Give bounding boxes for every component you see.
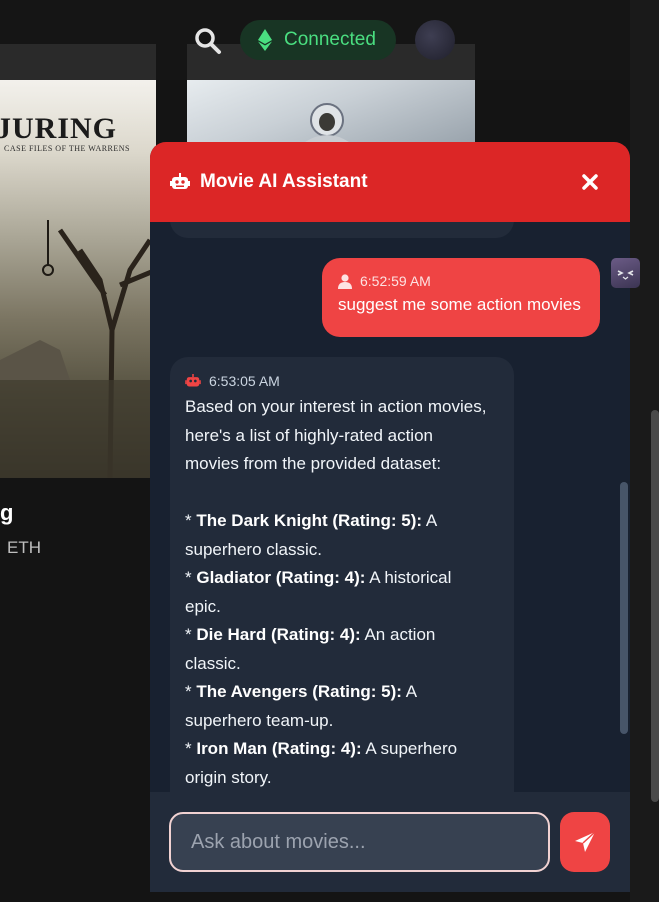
bullet: * <box>185 739 197 758</box>
wallet-status-button[interactable]: Connected <box>240 20 396 60</box>
list-item-continuation: epic. <box>185 596 221 616</box>
message-text: Based on your interest in action movies,… <box>185 393 498 792</box>
ethereum-icon <box>258 29 272 51</box>
list-item: * Die Hard (Rating: 4): An action <box>185 621 498 650</box>
movie-desc: A <box>401 682 418 701</box>
send-button[interactable] <box>560 812 610 872</box>
movie-poster[interactable] <box>187 80 475 142</box>
message-timestamp: 6:53:05 AM <box>209 373 280 389</box>
list-item: * Iron Man (Rating: 4): A superhero <box>185 735 498 764</box>
message-text: suggest me some action movies <box>338 295 581 314</box>
chat-scrollbar-thumb[interactable] <box>620 482 628 734</box>
movie-desc: A <box>422 511 438 530</box>
movie-name: Die Hard (Rating: 4): <box>196 625 361 644</box>
close-icon <box>582 174 598 190</box>
wallet-status-label: Connected <box>284 29 376 50</box>
list-item: * The Avengers (Rating: 5): A <box>185 678 498 707</box>
message-line: movies from the provided dataset: <box>185 454 442 473</box>
cat-face-icon <box>617 270 634 280</box>
list-item-continuation: origin story. <box>185 767 272 787</box>
movie-desc: A historical <box>365 568 452 587</box>
page-scrollbar-thumb[interactable] <box>651 410 659 802</box>
movie-poster[interactable]: JURING CASE FILES OF THE WARRENS <box>0 80 156 478</box>
movie-name: Gladiator (Rating: 4): <box>196 568 366 587</box>
user-avatar[interactable] <box>415 20 455 60</box>
message-line: Based on your interest in action movies, <box>185 397 487 416</box>
movie-name: Iron Man (Rating: 4): <box>196 739 362 758</box>
search-button[interactable] <box>194 27 222 55</box>
movie-card-header <box>0 44 156 84</box>
bullet: * <box>185 511 197 530</box>
search-icon <box>195 28 221 54</box>
poster-astronaut-art <box>305 103 349 142</box>
bullet: * <box>185 625 197 644</box>
chat-input-area <box>150 792 630 892</box>
chat-panel: Movie AI Assistant 6:52:59 AM suggest me… <box>150 142 630 892</box>
send-icon <box>575 831 596 852</box>
message-list[interactable]: 6:52:59 AM suggest me some action movies… <box>150 222 630 792</box>
list-item: * Gladiator (Rating: 4): A historical <box>185 564 498 593</box>
movie-name: The Avengers (Rating: 5): <box>196 682 402 701</box>
message-timestamp: 6:52:59 AM <box>360 273 431 289</box>
message-meta: 6:53:05 AM <box>185 373 498 389</box>
bullet: * <box>185 568 197 587</box>
previous-bot-message <box>170 222 514 238</box>
message-line: here's a list of highly-rated action <box>185 425 433 445</box>
assistant-avatar <box>611 258 640 288</box>
robot-icon <box>185 374 201 387</box>
robot-icon <box>170 173 190 189</box>
bot-message: 6:53:05 AM Based on your interest in act… <box>170 357 514 792</box>
movie-title: g <box>0 500 14 525</box>
movie-desc: An action <box>360 625 436 644</box>
movie-name: The Dark Knight (Rating: 5): <box>196 511 423 530</box>
user-icon <box>338 273 352 289</box>
list-item: * The Dark Knight (Rating: 5): A <box>185 507 498 536</box>
list-item-continuation: classic. <box>185 653 241 673</box>
movie-desc: A superhero <box>361 739 458 758</box>
bullet: * <box>185 682 197 701</box>
user-message: 6:52:59 AM suggest me some action movies <box>322 258 600 337</box>
list-item-continuation: superhero team-up. <box>185 710 334 730</box>
list-item-continuation: superhero classic. <box>185 539 323 559</box>
movie-price: ETH <box>7 538 41 557</box>
close-chat-button[interactable] <box>578 170 602 194</box>
chat-header: Movie AI Assistant <box>150 142 630 222</box>
poster-tree-art <box>0 220 156 478</box>
chat-title: Movie AI Assistant <box>200 171 368 192</box>
chat-input[interactable] <box>169 812 550 872</box>
message-meta: 6:52:59 AM <box>338 273 600 289</box>
